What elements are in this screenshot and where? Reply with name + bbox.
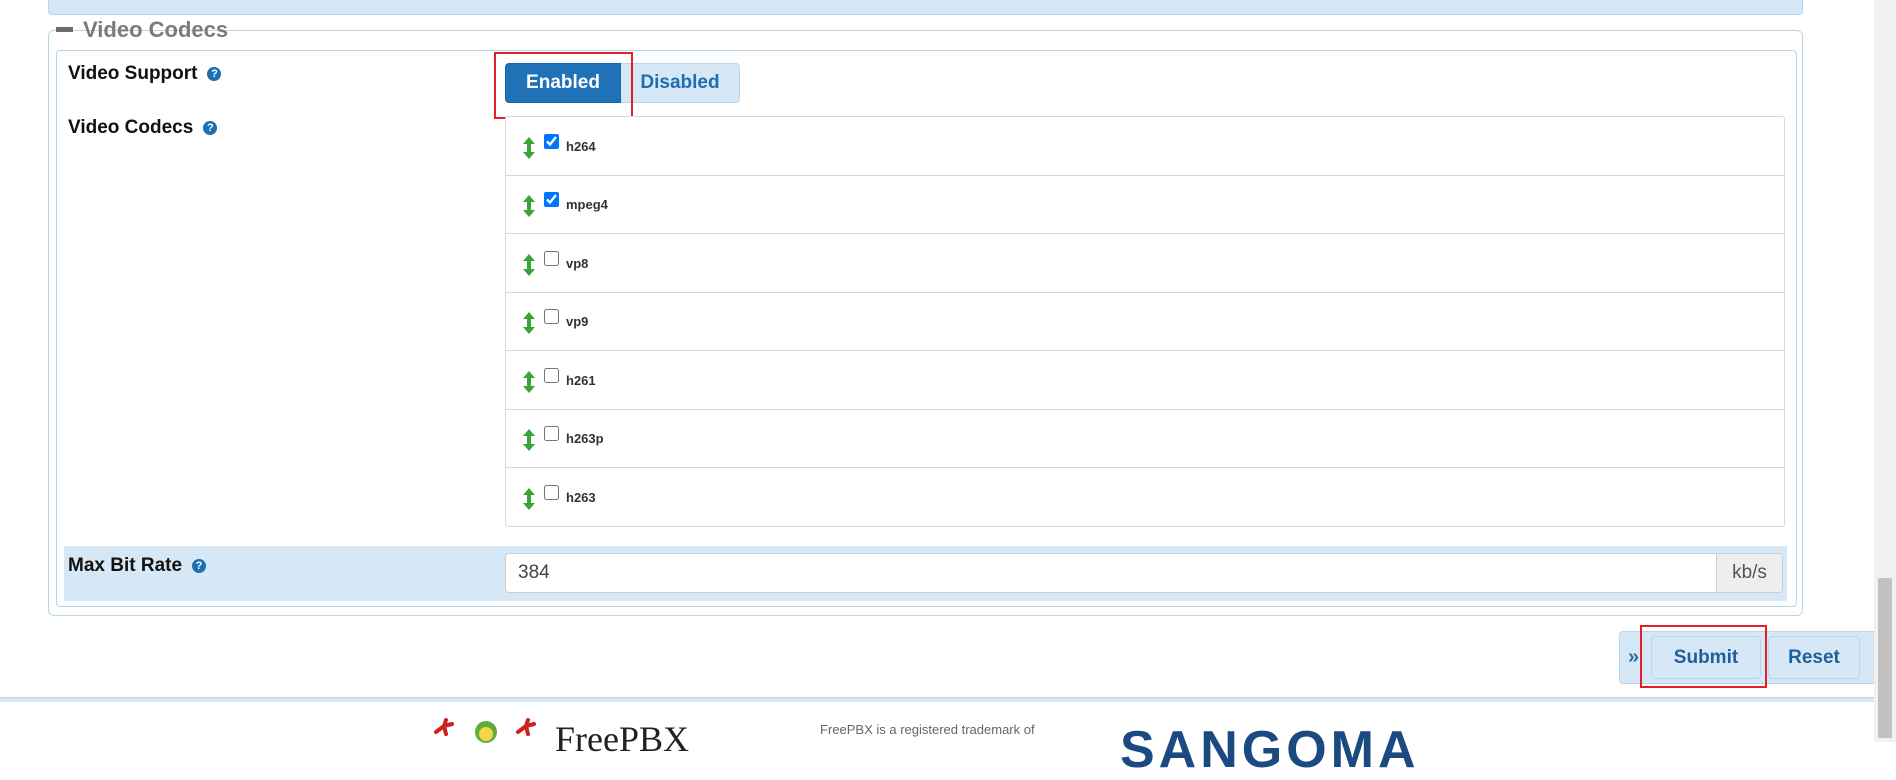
codec-row-mpeg4[interactable]: mpeg4 [506,175,1784,234]
drag-handle-icon[interactable] [522,195,536,217]
drag-handle-icon[interactable] [522,429,536,451]
scrollbar-thumb[interactable] [1878,578,1892,738]
codec-checkbox-mpeg4[interactable] [544,192,559,207]
collapse-icon[interactable] [56,26,73,32]
drag-handle-icon[interactable] [522,254,536,276]
video-support-label: Video Support ? [68,63,222,85]
codec-name: h263 [566,490,596,505]
section-header[interactable]: Video Codecs [56,16,228,44]
help-icon[interactable]: ? [207,67,222,81]
help-icon[interactable]: ? [203,121,218,135]
codec-checkbox-vp9[interactable] [544,309,559,324]
codec-name: vp9 [566,314,589,329]
video-codecs-label: Video Codecs ? [68,117,218,139]
submit-highlight-box [1640,625,1767,688]
section-title: Video Codecs [83,17,229,42]
drag-handle-icon[interactable] [522,371,536,393]
max-bit-rate-unit: kb/s [1717,553,1783,593]
codec-row-vp8[interactable]: vp8 [506,234,1784,293]
reset-button[interactable]: Reset [1768,636,1860,679]
codec-list: h264 mpeg4 vp8 vp9 h261 h263p h263 [505,116,1785,527]
codec-checkbox-vp8[interactable] [544,251,559,266]
max-bit-rate-input[interactable] [505,553,1717,593]
codec-name: h263p [566,431,604,446]
drag-handle-icon[interactable] [522,312,536,334]
codec-name: h264 [566,139,596,154]
codec-checkbox-h264[interactable] [544,134,559,149]
codec-row-h264[interactable]: h264 [506,117,1784,176]
max-bit-rate-label: Max Bit Rate ? [68,555,207,577]
max-bit-rate-label-text: Max Bit Rate [68,555,183,576]
video-codecs-label-text: Video Codecs [68,117,194,138]
freepbx-wordmark: FreePBX [555,719,689,759]
codec-row-h263p[interactable]: h263p [506,409,1784,468]
enabled-highlight-box [494,52,633,119]
action-bar-toggle-icon[interactable]: » [1628,646,1639,669]
codec-checkbox-h261[interactable] [544,368,559,383]
help-icon[interactable]: ? [192,559,207,573]
codec-checkbox-h263p[interactable] [544,426,559,441]
codec-checkbox-h263[interactable] [544,485,559,500]
previous-section-bottom [48,0,1803,15]
codec-row-h263[interactable]: h263 [506,468,1784,526]
codec-row-vp9[interactable]: vp9 [506,292,1784,351]
codec-name: h261 [566,373,596,388]
codec-row-h261[interactable]: h261 [506,351,1784,410]
video-support-disabled-button[interactable]: Disabled [621,63,740,103]
codec-name: mpeg4 [566,197,608,212]
drag-handle-icon[interactable] [522,488,536,510]
codec-name: vp8 [566,256,589,271]
video-support-label-text: Video Support [68,63,198,84]
drag-handle-icon[interactable] [522,137,536,159]
sangoma-wordmark: SANGOMA [1120,721,1420,779]
trademark-text: FreePBX is a registered trademark of [820,722,1035,737]
